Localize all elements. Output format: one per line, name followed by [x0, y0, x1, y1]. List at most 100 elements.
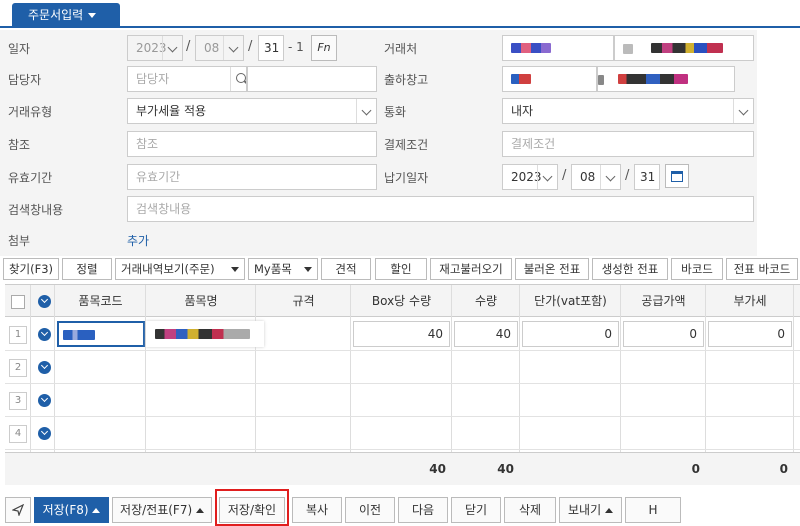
row-number: 3 — [9, 392, 27, 410]
warehouse-name-input[interactable] — [597, 66, 735, 92]
discount-button[interactable]: 할인 — [375, 258, 427, 280]
currency-label: 통화 — [384, 105, 407, 119]
expand-all-icon[interactable] — [38, 295, 51, 308]
customer-label: 거래처 — [384, 42, 418, 56]
barcode-button[interactable]: 바코드 — [671, 258, 723, 280]
trade-type-select[interactable]: 부가세율 적용 — [127, 98, 377, 124]
date-sep: / — [562, 168, 567, 183]
find-button[interactable]: 찾기(F3) — [3, 258, 59, 280]
due-day-input[interactable]: 31 — [634, 164, 660, 190]
col-box-qty: Box당 수량 — [371, 294, 432, 308]
close-button[interactable]: 닫기 — [451, 497, 501, 523]
caret-down-icon — [88, 13, 97, 18]
validity-label: 유효기간 — [8, 171, 53, 185]
h-button[interactable]: H — [625, 497, 681, 523]
total-supply: 0 — [691, 462, 700, 476]
grid-footer: 40 40 0 0 — [5, 452, 800, 485]
date-day-input[interactable]: 31 — [258, 35, 284, 61]
quote-button[interactable]: 견적 — [321, 258, 371, 280]
manager-input[interactable]: 담당자 — [127, 66, 247, 92]
customer-name-input[interactable] — [614, 35, 754, 61]
row-number: 2 — [9, 359, 27, 377]
validity-input[interactable]: 유효기간 — [127, 164, 377, 190]
copy-button[interactable]: 복사 — [292, 497, 342, 523]
highlight-box — [215, 489, 289, 526]
next-button[interactable]: 다음 — [398, 497, 448, 523]
col-supply: 공급가액 — [641, 294, 686, 308]
col-item-code: 품목코드 — [78, 294, 123, 308]
save-button[interactable]: 저장(F8) — [34, 497, 109, 523]
total-qty: 40 — [497, 462, 514, 476]
warehouse-code-input[interactable] — [502, 66, 597, 92]
ref-label: 참조 — [8, 138, 31, 152]
row-expand-icon[interactable] — [38, 394, 51, 407]
row-expand-icon[interactable] — [38, 361, 51, 374]
table-row[interactable]: 2 — [5, 351, 800, 384]
delete-button[interactable]: 삭제 — [504, 497, 556, 523]
search-content-input[interactable]: 검색창내용 — [127, 196, 754, 222]
prev-button[interactable]: 이전 — [345, 497, 395, 523]
search-content-label: 검색창내용 — [8, 203, 64, 217]
my-items-button[interactable]: My품목 — [248, 258, 318, 280]
date-month-select[interactable]: 08 — [195, 35, 244, 61]
created-slip-button[interactable]: 생성한 전표 — [592, 258, 668, 280]
date-sep: / — [248, 39, 253, 54]
col-unit-price: 단가(vat포함) — [534, 294, 607, 308]
attach-label: 첨부 — [8, 234, 31, 248]
row-number: 1 — [9, 326, 27, 344]
row-expand-icon[interactable] — [38, 427, 51, 440]
send-button[interactable]: 보내기 — [559, 497, 622, 523]
col-vat: 부가세 — [733, 294, 767, 308]
col-item-name: 품목명 — [184, 294, 218, 308]
fn-button[interactable]: Fn — [311, 35, 337, 61]
load-stock-button[interactable]: 재고불러오기 — [430, 258, 512, 280]
history-button[interactable]: 거래내역보기(주문) — [115, 258, 245, 280]
select-all-checkbox[interactable] — [11, 295, 25, 309]
table-row[interactable]: 3 — [5, 384, 800, 417]
box-qty-cell[interactable]: 40 — [353, 321, 450, 347]
currency-select[interactable]: 내자 — [502, 98, 754, 124]
date-year-select[interactable]: 2023 — [127, 35, 183, 61]
tab-order-entry[interactable]: 주문서입력 — [12, 3, 120, 28]
payment-input[interactable]: 결제조건 — [502, 131, 754, 157]
manager-name-input[interactable] — [247, 66, 377, 92]
sort-button[interactable]: 정렬 — [62, 258, 112, 280]
action-bar: 저장(F8) 저장/전표(F7) 저장/확인 복사 이전 다음 닫기 삭제 보내… — [0, 497, 800, 526]
attach-add-link[interactable]: 추가 — [127, 232, 149, 249]
item-name-cell[interactable] — [146, 321, 264, 347]
col-spec: 규격 — [292, 294, 315, 308]
table-row[interactable]: 1 40 40 0 0 0 — [5, 318, 800, 351]
due-month-select[interactable]: 08 — [571, 164, 621, 190]
vat-cell[interactable]: 0 — [708, 321, 792, 347]
date-label: 일자 — [8, 42, 31, 56]
table-row[interactable]: 4 — [5, 417, 800, 450]
date-sep: / — [186, 39, 191, 54]
calendar-icon[interactable] — [665, 164, 689, 188]
due-year-select[interactable]: 2023 — [502, 164, 558, 190]
tab-label: 주문서입력 — [28, 8, 84, 22]
row-expand-icon[interactable] — [38, 328, 51, 341]
total-vat: 0 — [779, 462, 788, 476]
due-date-label: 납기일자 — [384, 171, 429, 185]
grid-toolbar: 찾기(F3) 정렬 거래내역보기(주문) My품목 견적 할인 재고불러오기 불… — [0, 258, 800, 282]
supply-cell[interactable]: 0 — [623, 321, 704, 347]
row-number: 4 — [9, 425, 27, 443]
trade-type-label: 거래유형 — [8, 105, 53, 119]
manager-label: 담당자 — [8, 73, 42, 87]
item-grid: 품목코드 품목명 규격 Box당 수량 수량 단가(vat포함) 공급가액 부가… — [5, 284, 800, 485]
send-arrow-icon[interactable] — [5, 497, 31, 523]
loaded-slip-button[interactable]: 불러온 전표 — [515, 258, 589, 280]
search-icon[interactable] — [230, 67, 246, 91]
customer-code-input[interactable] — [502, 35, 614, 61]
date-sep: / — [625, 168, 630, 183]
tab-bar: 주문서입력 — [0, 0, 800, 28]
ref-input[interactable]: 참조 — [127, 131, 377, 157]
date-seq: - 1 — [288, 40, 304, 54]
item-code-cell[interactable] — [57, 321, 145, 347]
slip-barcode-button[interactable]: 전표 바코드 — [726, 258, 798, 280]
unit-price-cell[interactable]: 0 — [522, 321, 619, 347]
payment-label: 결제조건 — [384, 138, 429, 152]
warehouse-label: 출하창고 — [384, 73, 429, 87]
qty-cell[interactable]: 40 — [454, 321, 518, 347]
save-slip-button[interactable]: 저장/전표(F7) — [112, 497, 212, 523]
